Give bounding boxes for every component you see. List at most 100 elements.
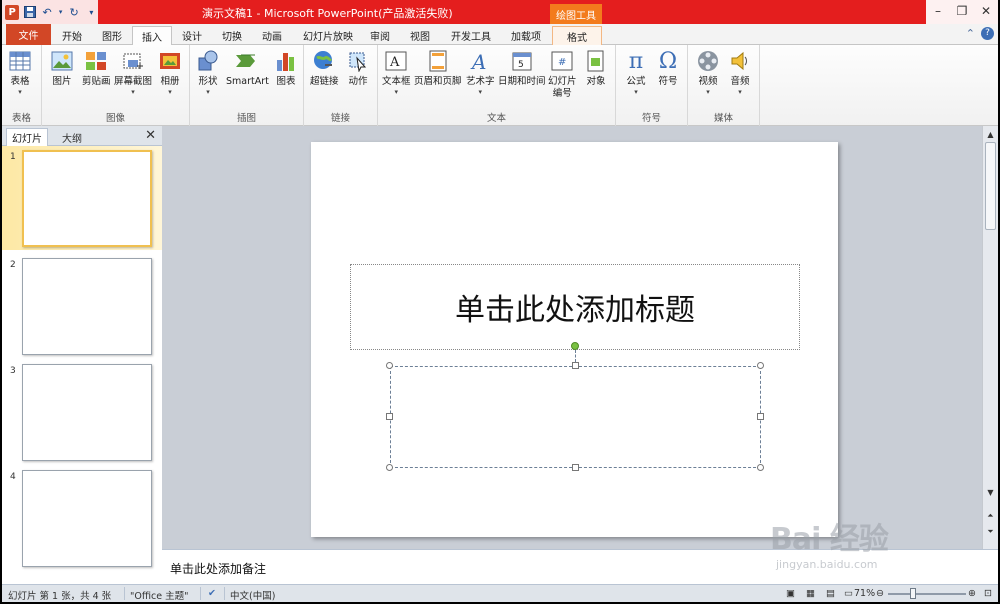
vertical-scrollbar[interactable]: ▲ ▼ ⏶ ⏷ — [982, 126, 998, 549]
powerpoint-app-icon[interactable]: P — [5, 4, 20, 20]
resize-handle-top-right[interactable] — [757, 362, 764, 369]
help-icon[interactable]: ? — [981, 27, 994, 40]
video-button[interactable]: 视频 ▾ — [696, 49, 720, 96]
scroll-up-icon[interactable]: ▲ — [985, 128, 996, 140]
header-footer-button[interactable]: 页眉和页脚 — [414, 49, 462, 88]
close-pane-icon[interactable]: ✕ — [145, 128, 156, 143]
resize-handle-top[interactable] — [572, 362, 579, 369]
picture-icon — [50, 49, 74, 73]
action-icon — [346, 49, 370, 73]
symbol-button[interactable]: Ω 符号 — [656, 49, 680, 88]
table-button[interactable]: 表格 ▾ — [8, 49, 32, 96]
slide-thumbnail-3[interactable]: 3 — [2, 360, 162, 464]
resize-handle-bottom[interactable] — [572, 464, 579, 471]
action-button[interactable]: 动作 — [346, 49, 370, 88]
zoom-slider-knob[interactable] — [910, 588, 916, 599]
group-media: 视频 ▾ 音频 ▾ 媒体 — [688, 45, 760, 126]
slide-thumbnail-4[interactable]: 4 — [2, 466, 162, 570]
slide-number-button[interactable]: # 幻灯片 编号 — [548, 49, 577, 100]
picture-button[interactable]: 图片 — [50, 49, 74, 88]
theme-status[interactable]: "Office 主题" — [130, 588, 189, 602]
zoom-in-icon[interactable]: ⊕ — [968, 588, 976, 599]
fit-to-window-icon[interactable]: ⊡ — [984, 588, 992, 599]
tab-insert[interactable]: 插入 — [132, 26, 172, 46]
shapes-button[interactable]: 形状 ▾ — [196, 49, 220, 96]
notes-placeholder[interactable]: 单击此处添加备注 — [170, 560, 266, 577]
tab-review[interactable]: 审阅 — [366, 26, 394, 45]
hyperlink-icon — [312, 49, 336, 73]
minimize-icon[interactable]: – — [926, 0, 950, 22]
tab-shapes[interactable]: 图形 — [98, 26, 126, 45]
object-button[interactable]: 对象 — [584, 49, 608, 88]
tab-outline[interactable]: 大纲 — [54, 128, 90, 146]
slide-sorter-icon[interactable]: ▦ — [806, 588, 815, 599]
resize-handle-bottom-right[interactable] — [757, 464, 764, 471]
resize-handle-bottom-left[interactable] — [386, 464, 393, 471]
resize-handle-right[interactable] — [757, 413, 764, 420]
zoom-level[interactable]: 71% — [854, 588, 875, 599]
tab-developer[interactable]: 开发工具 — [446, 26, 496, 45]
resize-handle-top-left[interactable] — [386, 362, 393, 369]
slideshow-view-icon[interactable]: ▭ — [844, 588, 853, 599]
zoom-out-icon[interactable]: ⊖ — [876, 588, 884, 599]
equation-button[interactable]: π 公式 ▾ — [624, 49, 648, 97]
notes-pane[interactable]: 单击此处添加备注 — [162, 549, 998, 584]
minimize-ribbon-icon[interactable]: ⌃ — [966, 27, 975, 40]
group-links: 超链接 动作 链接 — [304, 45, 378, 126]
resize-handle-left[interactable] — [386, 413, 393, 420]
ribbon: 表格 ▾ 表格 图片 剪贴画 屏幕截图 ▾ 相册 ▾ 图像 形状 ▾ Smart… — [2, 45, 998, 126]
ribbon-tabs: 文件 开始 图形 插入 设计 切换 动画 幻灯片放映 审阅 视图 开发工具 加载… — [2, 24, 998, 46]
tab-slideshow[interactable]: 幻灯片放映 — [298, 26, 358, 45]
group-tables: 表格 ▾ 表格 — [2, 45, 42, 126]
tab-view[interactable]: 视图 — [406, 26, 434, 45]
screenshot-button[interactable]: 屏幕截图 ▾ — [114, 49, 152, 96]
group-illustrations: 形状 ▾ SmartArt 图表 插图 — [190, 45, 304, 126]
scrollbar-thumb[interactable] — [985, 142, 996, 230]
audio-button[interactable]: 音频 ▾ — [728, 49, 752, 96]
symbol-icon: Ω — [658, 48, 678, 74]
close-icon[interactable]: ✕ — [974, 0, 998, 22]
svg-text:5: 5 — [518, 60, 524, 70]
rotation-handle[interactable] — [571, 342, 579, 350]
wordart-button[interactable]: A 艺术字 ▾ — [466, 49, 495, 96]
tab-slides[interactable]: 幻灯片 — [6, 128, 48, 146]
slide-editor: 单击此处添加标题 — [162, 126, 982, 549]
slide-thumbnail-1[interactable]: 1 — [2, 146, 162, 250]
spelling-check-icon[interactable]: ✔ — [208, 588, 216, 599]
tab-file[interactable]: 文件 — [6, 24, 51, 45]
subtitle-placeholder[interactable] — [390, 366, 761, 468]
reading-view-icon[interactable]: ▤ — [826, 588, 835, 599]
chart-button[interactable]: 图表 — [274, 49, 298, 88]
tab-home[interactable]: 开始 — [58, 26, 86, 45]
group-images: 图片 剪贴画 屏幕截图 ▾ 相册 ▾ 图像 — [42, 45, 190, 126]
tab-animations[interactable]: 动画 — [256, 26, 288, 45]
tab-design[interactable]: 设计 — [176, 26, 208, 45]
tab-transitions[interactable]: 切换 — [216, 26, 248, 45]
slide-thumbnail-2[interactable]: 2 — [2, 254, 162, 358]
scroll-down-icon[interactable]: ▼ — [985, 486, 996, 498]
customize-toolbar-icon[interactable]: ▾ — [85, 5, 98, 19]
date-time-button[interactable]: 5 日期和时间 — [498, 49, 546, 88]
clipart-button[interactable]: 剪贴画 — [82, 49, 111, 88]
zoom-slider[interactable] — [888, 593, 966, 595]
smartart-button[interactable]: SmartArt — [226, 49, 269, 88]
language-status[interactable]: 中文(中国) — [230, 588, 275, 602]
normal-view-icon[interactable]: ▣ — [786, 588, 795, 599]
tab-addins[interactable]: 加载项 — [506, 26, 546, 45]
redo-icon[interactable]: ↻ — [67, 5, 80, 19]
save-icon[interactable] — [23, 5, 36, 19]
slide-canvas[interactable]: 单击此处添加标题 — [311, 142, 838, 537]
undo-dropdown-icon[interactable]: ▾ — [58, 5, 64, 19]
title-placeholder[interactable]: 单击此处添加标题 — [350, 264, 800, 350]
undo-icon[interactable]: ↶ — [40, 5, 53, 19]
slide-thumbnail-image — [22, 470, 152, 567]
group-text: A 文本框 ▾ 页眉和页脚 A 艺术字 ▾ 5 日期和时间 # 幻灯片 编号 对… — [378, 45, 616, 126]
photo-album-button[interactable]: 相册 ▾ — [158, 49, 182, 96]
previous-slide-icon[interactable]: ⏶ — [985, 510, 996, 522]
hyperlink-button[interactable]: 超链接 — [310, 49, 339, 88]
textbox-button[interactable]: A 文本框 ▾ — [382, 49, 411, 96]
tab-format[interactable]: 格式 — [552, 26, 602, 45]
slide-thumbnail-image — [22, 258, 152, 355]
next-slide-icon[interactable]: ⏷ — [985, 526, 996, 538]
restore-icon[interactable]: ❐ — [950, 0, 974, 22]
